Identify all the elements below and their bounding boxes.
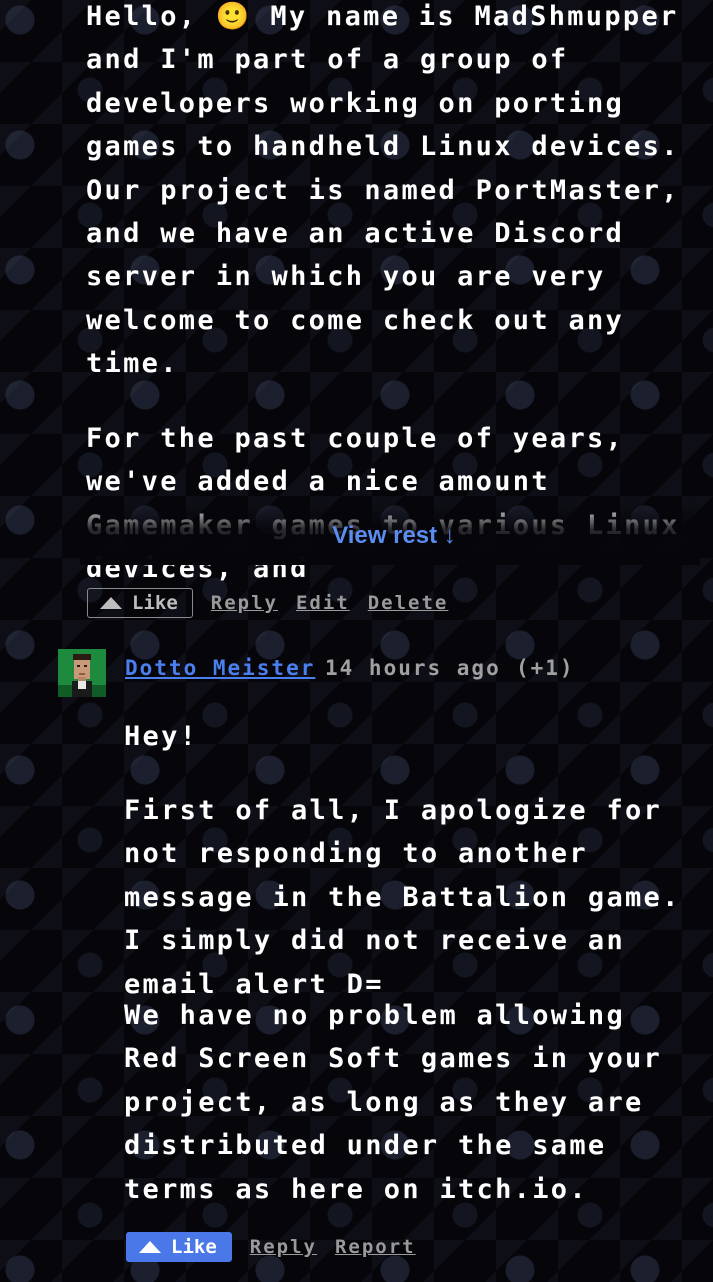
reply-actions: Like Reply Report — [126, 1232, 416, 1262]
avatar[interactable] — [58, 649, 106, 697]
post-like-button[interactable]: Like — [87, 588, 193, 618]
post-like-label: Like — [132, 592, 178, 614]
avatar-pixel-portrait — [58, 649, 106, 697]
reply-like-label: Like — [171, 1236, 217, 1258]
comment-author-link[interactable]: Dotto Meister — [125, 656, 315, 680]
view-rest-link[interactable]: View rest ↓ — [0, 522, 713, 550]
reply-report-link[interactable]: Report — [335, 1236, 416, 1258]
post-paragraph-1: Hello, 🙂 My name is MadShmupper and I'm … — [86, 1, 680, 380]
post-reply-link[interactable]: Reply — [211, 592, 278, 614]
comment-score: (+1) — [516, 656, 575, 680]
upvote-triangle-icon — [100, 597, 122, 609]
reply-paragraph-3: We have no problem allowing Red Screen S… — [124, 1000, 663, 1205]
post-actions: Like Reply Edit Delete — [87, 588, 448, 618]
reply-paragraph-2: First of all, I apologize for not respon… — [124, 795, 681, 1000]
reply-paragraph-1: Hey! — [124, 721, 199, 752]
post-delete-link[interactable]: Delete — [368, 592, 449, 614]
reply-reply-link[interactable]: Reply — [250, 1236, 317, 1258]
upvote-triangle-icon — [139, 1241, 161, 1253]
post-edit-link[interactable]: Edit — [296, 592, 350, 614]
reply-like-button[interactable]: Like — [126, 1232, 232, 1262]
comment-timestamp[interactable]: 14 hours ago — [325, 656, 501, 680]
